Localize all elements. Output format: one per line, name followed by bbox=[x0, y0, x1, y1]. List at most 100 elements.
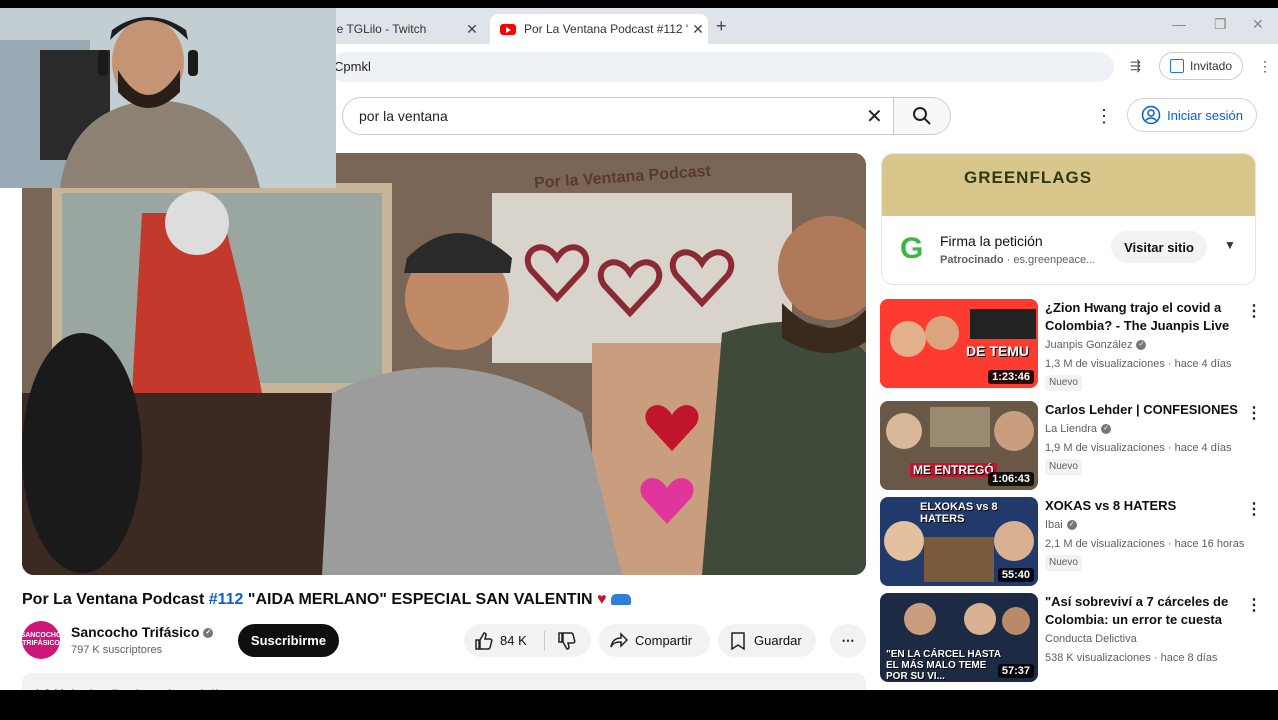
new-tab-icon[interactable]: + bbox=[716, 16, 727, 37]
share-label: Compartir bbox=[635, 633, 693, 648]
profile-button[interactable]: Invitado bbox=[1159, 52, 1243, 80]
recommendation-item[interactable]: ME ENTREGÓ 1:06:43 Carlos Lehder | CONFE… bbox=[880, 401, 1262, 491]
save-button[interactable]: Guardar bbox=[718, 624, 816, 657]
signin-label: Iniciar sesión bbox=[1167, 107, 1243, 123]
close-icon[interactable]: ✕ bbox=[688, 21, 708, 38]
duration-badge: 55:40 bbox=[997, 568, 1034, 582]
description-box[interactable]: 1,9 M de visualizaciones hace 4 días bbox=[22, 673, 866, 690]
recommendation-item[interactable]: "EN LA CÁRCEL HASTA EL MÁS MALO TEME POR… bbox=[880, 593, 1262, 683]
recommendation-item[interactable]: ELXOKAS vs 8 HATERS 55:40 XOKAS vs 8 HAT… bbox=[880, 497, 1262, 587]
browser-menu-icon[interactable]: ⋮ bbox=[1258, 58, 1272, 75]
dislike-icon bbox=[558, 631, 576, 650]
window-close-icon[interactable]: ✕ bbox=[1252, 16, 1264, 33]
video-title: Por La Ventana Podcast #112 "AIDA MERLAN… bbox=[22, 591, 631, 609]
recommendation-channel[interactable]: La Liendra ✓ bbox=[1045, 423, 1111, 435]
signin-button[interactable]: Iniciar sesión bbox=[1127, 98, 1257, 132]
view-count: 1,3 M de visualizaciones bbox=[1045, 358, 1165, 370]
search-input[interactable]: por la ventana bbox=[342, 97, 894, 135]
more-vertical-icon[interactable]: ⋮ bbox=[1246, 499, 1262, 519]
channel-name-text: Sancocho Trifásico bbox=[71, 624, 200, 640]
recommendation-meta: 538 K visualizaciones · hace 8 días bbox=[1045, 652, 1218, 664]
ad-sponsor-line: Patrocinado · es.greenpeace... bbox=[940, 254, 1095, 266]
recommendation-title[interactable]: ¿Zion Hwang trajo el covid a Colombia? -… bbox=[1045, 299, 1241, 335]
title-hashtag-link[interactable]: #112 bbox=[209, 591, 244, 608]
recommendation-thumbnail[interactable]: DE TEMU 1:23:46 bbox=[880, 299, 1038, 388]
new-badge: Nuevo bbox=[1045, 375, 1082, 391]
thumbnail-text: ME ENTREGÓ bbox=[910, 463, 997, 477]
recommendation-thumbnail[interactable]: ELXOKAS vs 8 HATERS 55:40 bbox=[880, 497, 1038, 586]
visit-site-button[interactable]: Visitar sitio bbox=[1111, 231, 1207, 263]
like-count: 84 K bbox=[500, 633, 527, 648]
ad-sponsored-label: Patrocinado bbox=[940, 254, 1004, 266]
search-icon bbox=[913, 107, 931, 125]
search-button[interactable] bbox=[893, 97, 951, 135]
bookmark-icon bbox=[731, 631, 745, 650]
recommendation-thumbnail[interactable]: ME ENTREGÓ 1:06:43 bbox=[880, 401, 1038, 490]
new-badge: Nuevo bbox=[1045, 459, 1082, 475]
more-horizontal-icon: ⋯ bbox=[841, 632, 855, 648]
recommendation-thumbnail[interactable]: "EN LA CÁRCEL HASTA EL MÁS MALO TEME POR… bbox=[880, 593, 1038, 682]
video-player[interactable]: Por la Ventana Podcast bbox=[22, 153, 866, 575]
account-icon bbox=[1141, 105, 1161, 125]
close-icon[interactable]: ✕ bbox=[462, 21, 482, 38]
ad-title[interactable]: Firma la petición bbox=[940, 233, 1043, 249]
more-options-icon[interactable]: ⋮ bbox=[1095, 106, 1113, 127]
ad-card[interactable]: GREENFLAGS G Firma la petición Patrocina… bbox=[881, 153, 1256, 285]
webcam-feed bbox=[0, 8, 336, 188]
upload-age: hace 8 días bbox=[1160, 652, 1218, 664]
profile-icon bbox=[1169, 59, 1184, 73]
view-count: 2,1 M de visualizaciones bbox=[1045, 538, 1165, 550]
tab-title: Por La Ventana Podcast #112 "A bbox=[524, 22, 688, 36]
subscribe-button[interactable]: Suscribirme bbox=[238, 624, 339, 657]
recommendation-channel[interactable]: Juanpis González ✓ bbox=[1045, 339, 1147, 351]
recommendation-title[interactable]: Carlos Lehder | CONFESIONES bbox=[1045, 401, 1241, 419]
recommendation-title[interactable]: "Así sobreviví a 7 cárceles de Colombia:… bbox=[1045, 593, 1241, 629]
recommendation-channel[interactable]: Ibai ✓ bbox=[1045, 519, 1077, 531]
channel-name[interactable]: Sancocho Trifásico ✓ bbox=[71, 624, 214, 640]
car-emoji-icon bbox=[610, 594, 631, 606]
view-count: 1,9 M de visualizaciones bbox=[1045, 442, 1165, 454]
ad-domain: · es.greenpeace... bbox=[1006, 254, 1096, 266]
verified-icon: ✓ bbox=[203, 628, 214, 639]
channel-avatar[interactable]: SANCOCHO TRIFÁSICO bbox=[21, 621, 61, 659]
chevron-down-icon[interactable]: ▼ bbox=[1224, 238, 1236, 252]
duration-badge: 1:23:46 bbox=[988, 370, 1034, 384]
address-bar[interactable]: Cpmkl bbox=[330, 52, 1114, 82]
browser-window: de TGLilo - Twitch ✕ Por La Ventana Podc… bbox=[0, 8, 1278, 690]
youtube-favicon-icon bbox=[500, 23, 516, 35]
ad-banner[interactable]: GREENFLAGS bbox=[882, 154, 1255, 216]
dislike-button[interactable] bbox=[545, 631, 577, 651]
like-button[interactable]: 84 K bbox=[464, 630, 545, 651]
more-vertical-icon[interactable]: ⋮ bbox=[1246, 301, 1262, 321]
tab-twitch[interactable]: de TGLilo - Twitch ✕ bbox=[330, 14, 482, 44]
tab-youtube[interactable]: Por La Ventana Podcast #112 "A ✕ bbox=[490, 14, 708, 44]
recommendation-title[interactable]: XOKAS vs 8 HATERS bbox=[1045, 497, 1241, 515]
letterbox-bar bbox=[0, 690, 1278, 720]
thumbnail-text: ELXOKAS vs 8 HATERS bbox=[920, 501, 998, 525]
view-count: 538 K visualizaciones bbox=[1045, 652, 1151, 664]
greenpeace-logo-icon: G bbox=[900, 232, 924, 265]
recommendation-channel[interactable]: Conducta Delictiva bbox=[1045, 633, 1137, 645]
heart-emoji-icon: ♥ bbox=[597, 591, 607, 608]
clear-search-icon[interactable]: ✕ bbox=[866, 104, 883, 129]
like-icon bbox=[475, 631, 493, 650]
more-vertical-icon[interactable]: ⋮ bbox=[1246, 595, 1262, 615]
title-rest: "AIDA MERLANO" ESPECIAL SAN VALENTIN bbox=[243, 591, 598, 608]
minimize-icon[interactable]: — bbox=[1172, 16, 1186, 32]
share-icon bbox=[610, 631, 629, 648]
verified-icon: ✓ bbox=[1066, 520, 1077, 531]
recommendation-item[interactable]: DE TEMU 1:23:46 ¿Zion Hwang trajo el cov… bbox=[880, 299, 1262, 391]
more-vertical-icon[interactable]: ⋮ bbox=[1246, 403, 1262, 423]
tab-title: de TGLilo - Twitch bbox=[330, 22, 427, 36]
upload-age: hace 16 horas bbox=[1174, 538, 1245, 550]
ad-brand: GREENFLAGS bbox=[964, 168, 1093, 187]
extension-icon[interactable]: ⇶ bbox=[1130, 58, 1141, 74]
upload-age: hace 4 días bbox=[1174, 358, 1232, 370]
share-button[interactable]: Compartir bbox=[599, 624, 710, 657]
more-actions-button[interactable]: ⋯ bbox=[830, 624, 866, 657]
duration-badge: 57:37 bbox=[997, 664, 1034, 678]
maximize-icon[interactable]: ❐ bbox=[1214, 16, 1227, 33]
channel-text: Ibai bbox=[1045, 519, 1063, 531]
like-dislike-group: 84 K bbox=[464, 624, 591, 657]
webcam-overlay bbox=[0, 8, 336, 188]
